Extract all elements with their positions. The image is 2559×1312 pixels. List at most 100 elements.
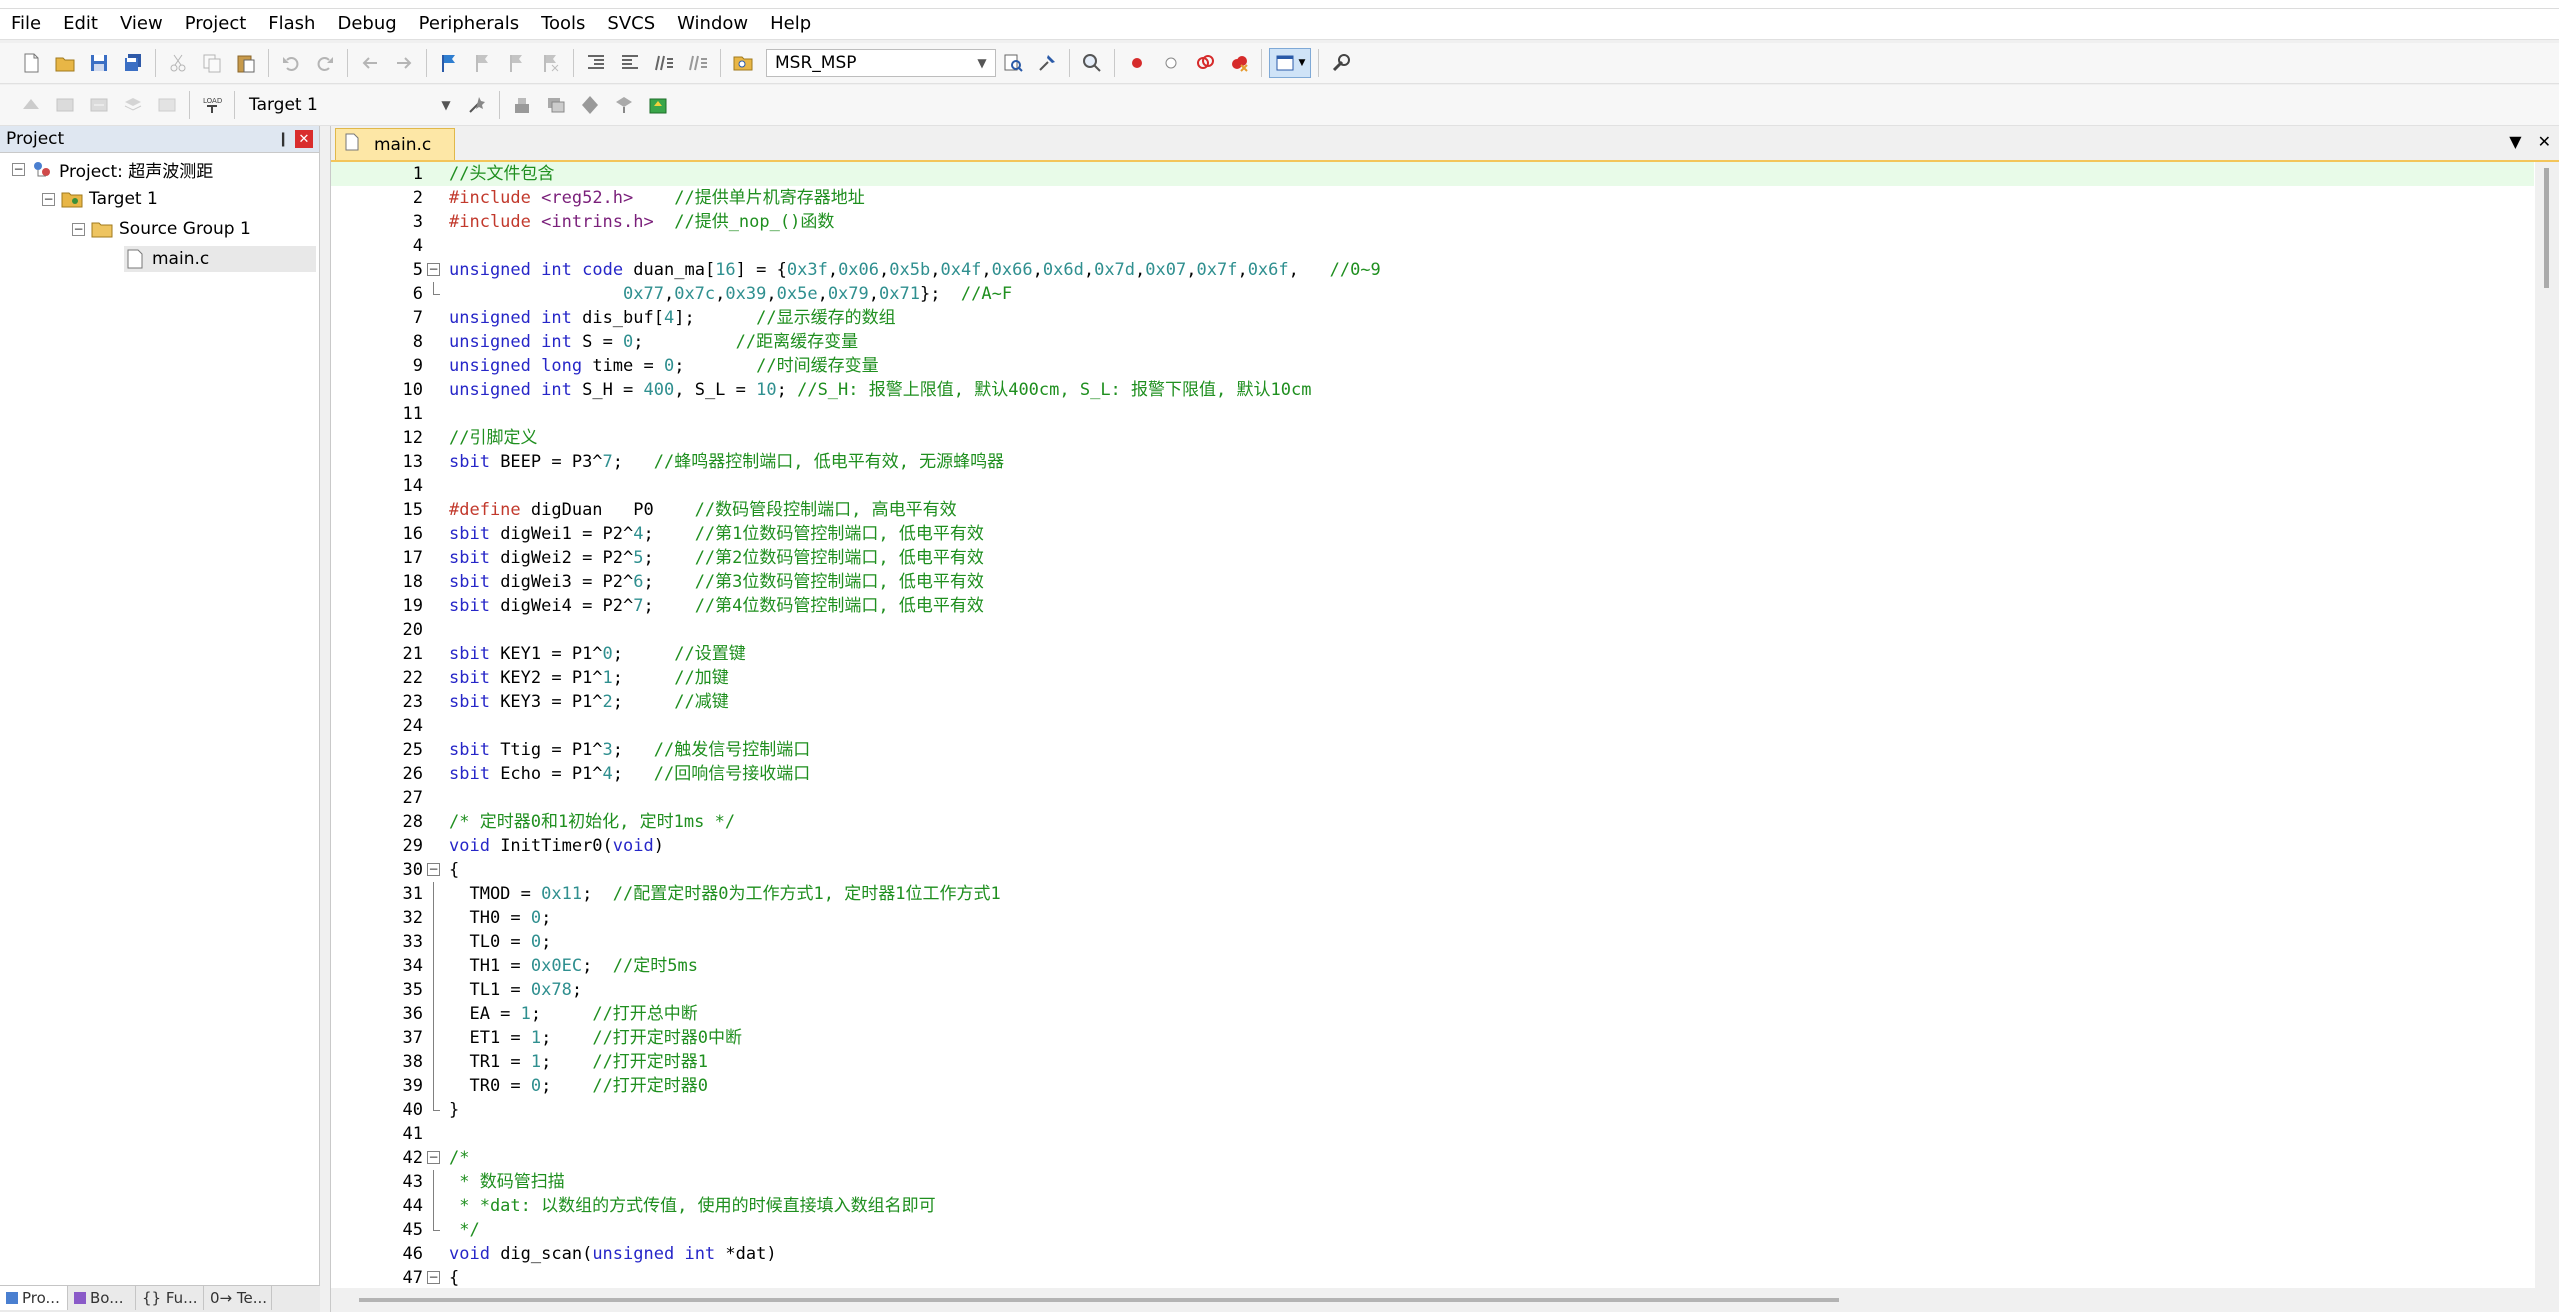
vertical-scrollbar[interactable] <box>2535 162 2559 1288</box>
find-combo[interactable]: MSR_MSP ▼ <box>766 49 996 77</box>
next-bookmark-icon[interactable] <box>502 48 532 78</box>
collapse-icon[interactable]: − <box>72 222 85 236</box>
code-line[interactable]: 20 <box>331 618 2534 642</box>
code-line[interactable]: 34 TH1 = 0x0EC; //定时5ms <box>331 954 2534 978</box>
uncomment-icon[interactable] <box>683 48 713 78</box>
fold-collapse-icon[interactable]: − <box>427 1146 440 1170</box>
manage-packs-icon[interactable] <box>575 90 605 120</box>
disable-breakpoints-icon[interactable] <box>1190 48 1220 78</box>
code-line[interactable]: 43 * 数码管扫描 <box>331 1170 2534 1194</box>
stop-build-icon[interactable] <box>152 90 182 120</box>
code-line[interactable]: 35 TL1 = 0x78; <box>331 978 2534 1002</box>
bookmark-icon[interactable] <box>434 48 464 78</box>
code-line[interactable]: 32 TH0 = 0; <box>331 906 2534 930</box>
menu-tools[interactable]: Tools <box>530 10 596 38</box>
translate-icon[interactable] <box>16 90 46 120</box>
tree-item-group[interactable]: − Source Group 1 <box>72 216 251 242</box>
menu-debug[interactable]: Debug <box>326 10 407 38</box>
tab-templates[interactable]: 0→ Te... <box>204 1286 272 1310</box>
paste-icon[interactable] <box>231 48 261 78</box>
code-line[interactable]: 22 sbit KEY2 = P1^1; //加键 <box>331 666 2534 690</box>
code-line[interactable]: 27 <box>331 786 2534 810</box>
code-line[interactable]: 10 unsigned int S_H = 400, S_L = 10; //S_… <box>331 378 2534 402</box>
code-line[interactable]: 28 /* 定时器0和1初始化, 定时1ms */ <box>331 810 2534 834</box>
clear-bookmarks-icon[interactable] <box>536 48 566 78</box>
breakpoint-icon[interactable] <box>1156 48 1186 78</box>
fold-box[interactable]: − <box>427 1151 440 1164</box>
save-icon[interactable] <box>84 48 114 78</box>
start-debug-icon[interactable] <box>1122 48 1152 78</box>
code-line[interactable]: 44 * *dat: 以数组的方式传值, 使用的时候直接填入数组名即可 <box>331 1194 2534 1218</box>
tab-books[interactable]: Bo... <box>68 1286 136 1310</box>
tree-item-file[interactable]: main.c <box>124 246 316 272</box>
pack-installer-icon[interactable] <box>643 90 673 120</box>
code-line[interactable]: 24 <box>331 714 2534 738</box>
scrollbar-thumb[interactable] <box>359 1298 1839 1302</box>
menu-project[interactable]: Project <box>174 10 258 38</box>
menu-view[interactable]: View <box>109 10 174 38</box>
redo-icon[interactable] <box>310 48 340 78</box>
fold-box[interactable]: − <box>427 1271 440 1284</box>
code-line[interactable]: 26 sbit Echo = P1^4; //回响信号接收端口 <box>331 762 2534 786</box>
select-packs-icon[interactable] <box>609 90 639 120</box>
code-line[interactable]: 12 //引脚定义 <box>331 426 2534 450</box>
code-line[interactable]: 30−{ <box>331 858 2534 882</box>
code-line[interactable]: 14 <box>331 474 2534 498</box>
code-line[interactable]: 33 TL0 = 0; <box>331 930 2534 954</box>
open-folder-icon[interactable] <box>50 48 80 78</box>
tab-main-c[interactable]: main.c <box>335 128 455 160</box>
find-in-files-icon[interactable] <box>728 48 758 78</box>
build-icon[interactable] <box>50 90 80 120</box>
menu-svcs[interactable]: SVCS <box>596 10 666 38</box>
manage-project-icon[interactable] <box>541 90 571 120</box>
close-tab-icon[interactable]: ✕ <box>2538 132 2551 151</box>
navigate-back-icon[interactable] <box>355 48 385 78</box>
code-line[interactable]: 42−/* <box>331 1146 2534 1170</box>
window-layout-icon[interactable]: ▼ <box>1269 48 1311 78</box>
copy-icon[interactable] <box>197 48 227 78</box>
fold-box[interactable]: − <box>427 263 440 276</box>
code-line[interactable]: 1 //头文件包含 <box>331 162 2534 186</box>
code-line[interactable]: 38 TR1 = 1; //打开定时器1 <box>331 1050 2534 1074</box>
code-line[interactable]: 7 unsigned int dis_buf[4]; //显示缓存的数组 <box>331 306 2534 330</box>
fold-collapse-icon[interactable]: − <box>427 1266 440 1288</box>
code-line[interactable]: 23 sbit KEY3 = P1^2; //减键 <box>331 690 2534 714</box>
tree-item-target[interactable]: − Target 1 <box>42 186 158 212</box>
code-line[interactable]: 2 #include <reg52.h> //提供单片机寄存器地址 <box>331 186 2534 210</box>
close-icon[interactable]: ✕ <box>295 130 313 148</box>
kill-breakpoints-icon[interactable] <box>1224 48 1254 78</box>
code-line[interactable]: 11 <box>331 402 2534 426</box>
target-combo[interactable]: Target 1 ▼ <box>240 91 460 119</box>
code-line[interactable]: 37 ET1 = 1; //打开定时器0中断 <box>331 1026 2534 1050</box>
find-icon[interactable] <box>998 48 1028 78</box>
new-file-icon[interactable] <box>16 48 46 78</box>
batch-build-icon[interactable] <box>118 90 148 120</box>
pin-icon[interactable]: ❙ <box>277 131 289 147</box>
code-line[interactable]: 19 sbit digWei4 = P2^7; //第4位数码管控制端口, 低电平… <box>331 594 2534 618</box>
code-line[interactable]: 25 sbit Ttig = P1^3; //触发信号控制端口 <box>331 738 2534 762</box>
fold-box[interactable]: − <box>427 863 440 876</box>
unindent-icon[interactable] <box>615 48 645 78</box>
menu-help[interactable]: Help <box>759 10 822 38</box>
code-line[interactable]: 3 #include <intrins.h> //提供_nop_()函数 <box>331 210 2534 234</box>
tab-project[interactable]: Pro... <box>0 1286 68 1310</box>
menu-peripherals[interactable]: Peripherals <box>408 10 530 38</box>
tab-menu-icon[interactable]: ▼ <box>2509 132 2521 151</box>
save-all-icon[interactable] <box>118 48 148 78</box>
menu-file[interactable]: File <box>0 10 52 38</box>
indent-icon[interactable] <box>581 48 611 78</box>
cut-icon[interactable] <box>163 48 193 78</box>
code-line[interactable]: 18 sbit digWei3 = P2^6; //第3位数码管控制端口, 低电平… <box>331 570 2534 594</box>
zoom-icon[interactable] <box>1077 48 1107 78</box>
rebuild-icon[interactable] <box>84 90 114 120</box>
tab-functions[interactable]: {} Fu... <box>136 1286 204 1310</box>
chevron-down-icon[interactable]: ▼ <box>437 94 455 116</box>
scrollbar-thumb[interactable] <box>2544 168 2549 288</box>
collapse-icon[interactable]: − <box>12 162 25 176</box>
code-line[interactable]: 17 sbit digWei2 = P2^5; //第2位数码管控制端口, 低电平… <box>331 546 2534 570</box>
code-area[interactable]: 1 //头文件包含 2 #include <reg52.h> //提供单片机寄存器地址… <box>331 162 2534 1288</box>
code-line[interactable]: 41 <box>331 1122 2534 1146</box>
menu-flash[interactable]: Flash <box>257 10 326 38</box>
file-extensions-icon[interactable] <box>507 90 537 120</box>
code-line[interactable]: 5− unsigned int code duan_ma[16] = {0x3f,… <box>331 258 2534 282</box>
